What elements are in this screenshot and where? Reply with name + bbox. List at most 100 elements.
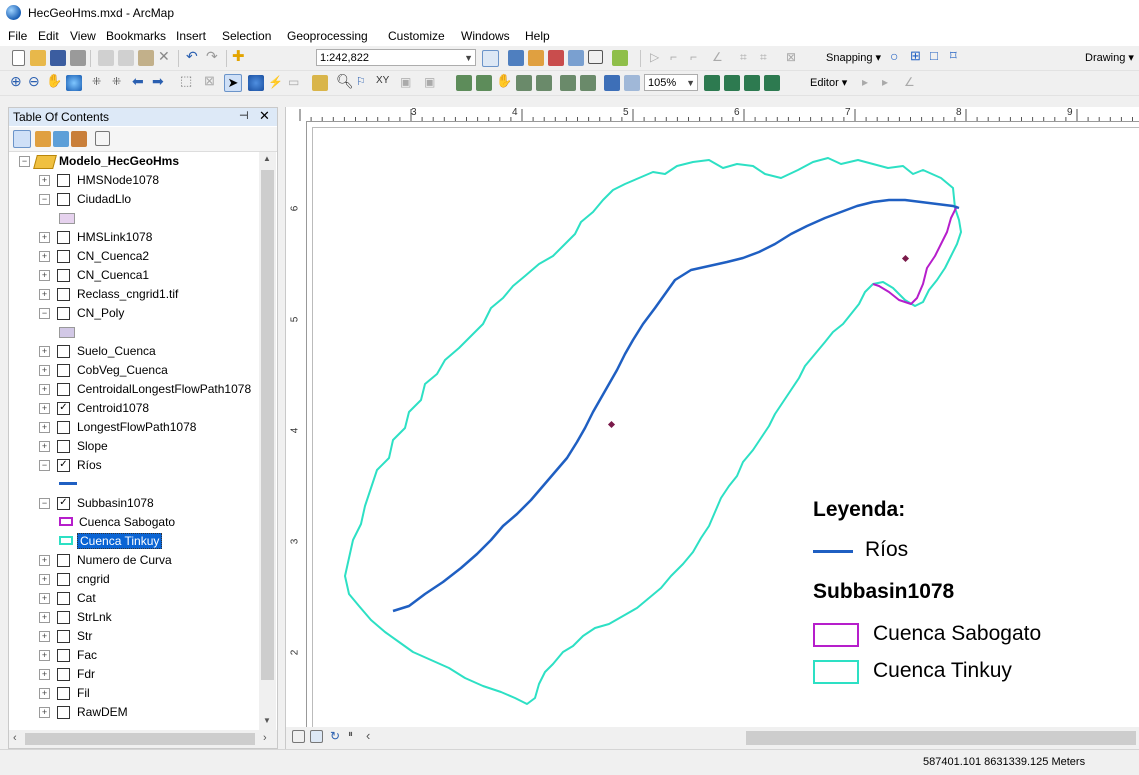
pause-icon[interactable]: ⏸ [348, 729, 364, 745]
layer-checkbox[interactable] [57, 383, 70, 396]
python-window-icon[interactable] [588, 50, 603, 64]
arctoolbox-icon[interactable] [568, 50, 584, 66]
drawing-menu[interactable]: Drawing ▾ [1085, 51, 1134, 64]
layer-checkbox[interactable] [57, 630, 70, 643]
data-view-icon[interactable] [292, 730, 305, 743]
cuenca-sabogato-polygon[interactable] [872, 205, 958, 305]
layer-checkbox[interactable] [57, 288, 70, 301]
data-driven-pages-icon[interactable] [764, 75, 780, 91]
focus-data-frame-icon[interactable] [724, 75, 740, 91]
toc-layer-row[interactable]: − ✓ Ríos [9, 456, 259, 475]
toc-group-row[interactable]: − Modelo_HecGeoHms [9, 152, 259, 171]
clear-selection-icon[interactable]: ⊠ [204, 73, 220, 89]
expand-icon[interactable]: + [39, 650, 50, 661]
find-route-icon[interactable]: ⚐ [356, 75, 372, 91]
toc-layer-row[interactable]: + CobVeg_Cuenca [9, 361, 259, 380]
georef-icon[interactable]: ⌗ [740, 50, 756, 66]
hyperlink-icon[interactable]: ⚡ [268, 75, 284, 91]
toc-layer-row[interactable]: + StrLnk [9, 608, 259, 627]
full-extent-icon[interactable] [66, 75, 82, 91]
toc-horizontal-scrollbar[interactable]: ‹ › [9, 730, 277, 748]
layer-checkbox[interactable] [57, 706, 70, 719]
toc-layer-row[interactable]: − ✓ Subbasin1078 [9, 494, 259, 513]
undo-icon[interactable]: ↶ [186, 48, 202, 64]
toc-layer-row[interactable]: + Fac [9, 646, 259, 665]
menu-insert[interactable]: Insert [176, 29, 206, 43]
time-slider-icon[interactable]: ▣ [400, 75, 416, 91]
toc-layer-row[interactable]: + LongestFlowPath1078 [9, 418, 259, 437]
layer-checkbox[interactable] [57, 687, 70, 700]
menu-view[interactable]: View [70, 29, 96, 43]
layer-checkbox[interactable] [57, 592, 70, 605]
layer-checkbox[interactable] [57, 573, 70, 586]
transform-icon[interactable]: ⌗ [760, 50, 776, 66]
expand-icon[interactable]: + [39, 270, 50, 281]
layer-checkbox[interactable] [57, 611, 70, 624]
toc-layer-row[interactable]: − CN_Poly [9, 304, 259, 323]
layout-forward-icon[interactable] [624, 75, 640, 91]
expand-icon[interactable]: + [39, 574, 50, 585]
expand-icon[interactable]: + [39, 289, 50, 300]
toc-class-row[interactable]: Cuenca Sabogato [9, 513, 259, 532]
centroid-point[interactable] [901, 254, 910, 263]
collapse-icon[interactable]: − [39, 194, 50, 205]
map-scale-combo[interactable]: 1:242,822 ▼ [316, 49, 476, 66]
menu-file[interactable]: File [8, 29, 27, 43]
options-icon[interactable] [95, 131, 110, 146]
layer-checkbox[interactable] [57, 440, 70, 453]
layer-checkbox[interactable] [57, 421, 70, 434]
find-icon[interactable]: 🔍︎ [336, 73, 354, 89]
menu-help[interactable]: Help [525, 29, 550, 43]
layer-checkbox-checked[interactable]: ✓ [57, 497, 70, 510]
pan-icon[interactable]: ✋ [46, 73, 62, 89]
pin-icon[interactable]: ⊣ [239, 109, 249, 122]
change-layout-icon[interactable] [744, 75, 760, 91]
trace-icon[interactable]: ⌐ [690, 50, 706, 66]
toc-class-row-selected[interactable]: Cuenca Tinkuy [9, 532, 259, 551]
scroll-thumb[interactable] [25, 733, 255, 745]
edit-tool-icon[interactable]: ▷ [650, 50, 666, 66]
copy-icon[interactable] [118, 50, 134, 66]
layout-zoom-out-icon[interactable] [476, 75, 492, 91]
toc-layer-row[interactable]: + Str [9, 627, 259, 646]
select-elements-icon[interactable]: ➤ [224, 74, 242, 92]
list-by-selection-icon[interactable] [71, 131, 87, 147]
layer-checkbox[interactable] [57, 250, 70, 263]
cut-icon[interactable] [98, 50, 114, 66]
new-map-icon[interactable] [12, 50, 25, 66]
collapse-icon[interactable]: − [19, 156, 30, 167]
expand-icon[interactable]: + [39, 707, 50, 718]
expand-icon[interactable]: + [39, 346, 50, 357]
menu-geoprocessing[interactable]: Geoprocessing [287, 29, 368, 43]
scroll-thumb[interactable] [261, 170, 274, 680]
toc-layer-row[interactable]: + ✓ Centroid1078 [9, 399, 259, 418]
layout-hscroll-thumb[interactable] [746, 731, 1136, 745]
snapping-menu[interactable]: Snapping ▾ [826, 51, 881, 64]
scroll-right-icon[interactable]: › [263, 732, 267, 744]
layer-checkbox[interactable] [57, 364, 70, 377]
centroid-point[interactable] [607, 420, 616, 429]
line-icon[interactable]: ∠ [712, 50, 728, 66]
layer-symbol-swatch[interactable] [59, 213, 75, 224]
delete-icon[interactable]: ✕ [158, 48, 174, 64]
list-by-source-icon[interactable] [35, 131, 51, 147]
create-viewer-icon[interactable]: ▣ [424, 75, 440, 91]
refresh-icon[interactable]: ↻ [330, 729, 346, 745]
vertex-snapping-icon[interactable]: □ [930, 48, 946, 64]
sketch-icon[interactable]: ⌐ [670, 50, 686, 66]
menu-selection[interactable]: Selection [222, 29, 271, 43]
toc-window-icon[interactable] [508, 50, 524, 66]
toc-layer-row[interactable]: + CN_Cuenca2 [9, 247, 259, 266]
layout-back-icon[interactable] [604, 75, 620, 91]
edge-snapping-icon[interactable]: ⌑ [950, 48, 966, 64]
expand-icon[interactable]: + [39, 631, 50, 642]
layer-checkbox[interactable] [57, 231, 70, 244]
layout-fixed-zoom-icon[interactable] [560, 75, 576, 91]
layer-checkbox[interactable] [57, 193, 70, 206]
html-popup-icon[interactable]: ▭ [288, 75, 304, 91]
measure-icon[interactable] [312, 75, 328, 91]
end-snapping-icon[interactable]: ⊞ [910, 48, 926, 64]
zoom-100-icon[interactable] [536, 75, 552, 91]
layout-zoom-combo[interactable]: 105% ▼ [644, 74, 698, 91]
zoom-out-icon[interactable]: ⊖ [28, 73, 44, 89]
